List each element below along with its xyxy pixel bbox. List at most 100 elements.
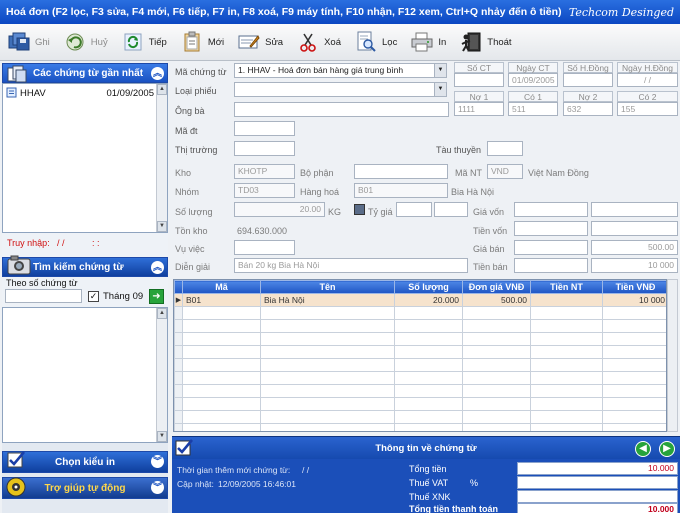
grid-cell[interactable] <box>602 345 666 359</box>
grid-cell[interactable] <box>260 332 395 346</box>
grid-cell[interactable] <box>462 410 531 424</box>
market-input[interactable] <box>234 141 295 156</box>
grid-cell[interactable] <box>530 332 603 346</box>
previous-arrow-icon[interactable]: ◀ <box>635 441 651 457</box>
search-list-scrollbar[interactable]: ▲ ▼ <box>156 308 167 442</box>
search-documents-header[interactable]: Tìm kiếm chứng từ ︽ <box>2 255 168 277</box>
grid-cell[interactable] <box>530 423 603 431</box>
grid-cell[interactable] <box>182 319 261 333</box>
document-number-input[interactable] <box>5 289 82 303</box>
grid-cell[interactable] <box>182 306 261 320</box>
grid-cell[interactable] <box>394 384 463 398</box>
grid-cell[interactable] <box>394 410 463 424</box>
cost-price-nt-input[interactable] <box>514 202 588 217</box>
column-header-code[interactable]: Mã <box>182 280 261 294</box>
table-row[interactable] <box>174 397 666 411</box>
cell-amount-nt[interactable] <box>530 293 603 307</box>
print-type-header[interactable]: Chọn kiểu in ︾ <box>2 451 168 473</box>
recent-list-scrollbar[interactable]: ▲ ▼ <box>156 84 167 232</box>
column-header-unit-price[interactable]: Đơn giá VNĐ <box>462 280 531 294</box>
grid-cell[interactable] <box>182 423 261 431</box>
scroll-down-icon[interactable]: ▼ <box>157 221 167 232</box>
exchange-rate-input[interactable] <box>396 202 432 217</box>
credit2-input[interactable]: 155 <box>617 102 678 116</box>
expand-icon[interactable]: ︾ <box>151 481 164 494</box>
customer-input[interactable] <box>234 102 449 117</box>
grid-cell[interactable] <box>530 319 603 333</box>
next-arrow-icon[interactable]: ▶ <box>659 441 675 457</box>
debit2-input[interactable]: 632 <box>563 102 613 116</box>
save-button[interactable]: Ghi <box>4 27 54 57</box>
grid-cell[interactable] <box>260 306 395 320</box>
exchange-rate-checkbox[interactable] <box>354 204 365 215</box>
grid-cell[interactable] <box>530 306 603 320</box>
grid-cell[interactable] <box>394 332 463 346</box>
grid-cell[interactable] <box>462 306 531 320</box>
grid-cell[interactable] <box>182 410 261 424</box>
debit1-input[interactable]: 1111 <box>454 102 504 116</box>
grid-cell[interactable] <box>260 345 395 359</box>
slip-type-select[interactable]: ▼ <box>234 82 447 97</box>
grid-cell[interactable] <box>462 358 531 372</box>
column-header-amount-vnd[interactable]: Tiền VNĐ <box>602 280 666 294</box>
case-input[interactable] <box>234 240 295 255</box>
grid-cell[interactable] <box>394 319 463 333</box>
grid-cell[interactable] <box>530 397 603 411</box>
recent-item[interactable]: HHAV 01/09/2005 <box>3 86 167 100</box>
grid-cell[interactable] <box>530 384 603 398</box>
table-row[interactable] <box>174 332 666 346</box>
grid-cell[interactable] <box>182 345 261 359</box>
grid-cell[interactable] <box>462 423 531 431</box>
collapse-icon[interactable]: ︽ <box>151 67 164 80</box>
doc-number-input[interactable] <box>454 73 504 87</box>
cost-amount-input[interactable] <box>591 221 678 236</box>
next-button[interactable]: Tiếp <box>118 27 171 57</box>
cell-unit-price[interactable]: 500.00 <box>462 293 531 307</box>
edit-button[interactable]: Sửa <box>234 27 287 57</box>
grid-cell[interactable] <box>260 397 395 411</box>
new-button[interactable]: Mới <box>177 27 228 57</box>
sale-amount-input[interactable]: 10 000 <box>591 258 678 273</box>
grid-cell[interactable] <box>260 384 395 398</box>
quantity-input[interactable]: 20.00 <box>234 202 325 217</box>
contract-date-input[interactable]: / / <box>617 73 678 87</box>
cost-amount-nt-input[interactable] <box>514 221 588 236</box>
vessel-input[interactable] <box>487 141 523 156</box>
grid-cell[interactable] <box>394 397 463 411</box>
grid-cell[interactable] <box>394 423 463 431</box>
scroll-up-icon[interactable]: ▲ <box>157 84 167 95</box>
column-header-name[interactable]: Tên <box>260 280 395 294</box>
sale-amount-nt-input[interactable] <box>514 258 588 273</box>
grid-cell[interactable] <box>394 371 463 385</box>
recent-documents-header[interactable]: Các chứng từ gần nhất ︽ <box>2 63 168 83</box>
scroll-down-icon[interactable]: ▼ <box>157 431 167 442</box>
credit1-input[interactable]: 511 <box>508 102 558 116</box>
search-go-icon[interactable]: ➜ <box>149 289 164 304</box>
grid-cell[interactable] <box>394 358 463 372</box>
grid-cell[interactable] <box>182 397 261 411</box>
currency-code-input[interactable]: VND <box>487 164 523 179</box>
month-checkbox[interactable]: ✓ <box>88 291 99 302</box>
cell-code[interactable]: B01 <box>182 293 261 307</box>
cancel-button[interactable]: Huỷ <box>60 27 112 57</box>
exchange-rate-value[interactable] <box>434 202 468 217</box>
document-code-select[interactable]: 1. HHAV - Hoá đơn bán hàng giá trung bìn… <box>234 63 447 78</box>
grid-cell[interactable] <box>462 345 531 359</box>
filter-button[interactable]: Lọc <box>351 27 401 57</box>
grid-cell[interactable] <box>260 358 395 372</box>
warehouse-input[interactable]: KHOTP <box>234 164 295 179</box>
grid-scrollbar[interactable] <box>667 279 678 432</box>
column-header-quantity[interactable]: Số lượng <box>394 280 463 294</box>
grid-cell[interactable] <box>462 319 531 333</box>
grid-cell[interactable] <box>602 397 666 411</box>
table-row[interactable] <box>174 319 666 333</box>
grid-cell[interactable] <box>260 371 395 385</box>
grid-cell[interactable] <box>260 410 395 424</box>
delete-button[interactable]: Xoá <box>293 27 345 57</box>
grid-cell[interactable] <box>530 345 603 359</box>
grid-cell[interactable] <box>602 319 666 333</box>
table-row[interactable] <box>174 358 666 372</box>
grid-cell[interactable] <box>394 345 463 359</box>
expand-icon[interactable]: ︾ <box>151 455 164 468</box>
grid-cell[interactable] <box>602 371 666 385</box>
